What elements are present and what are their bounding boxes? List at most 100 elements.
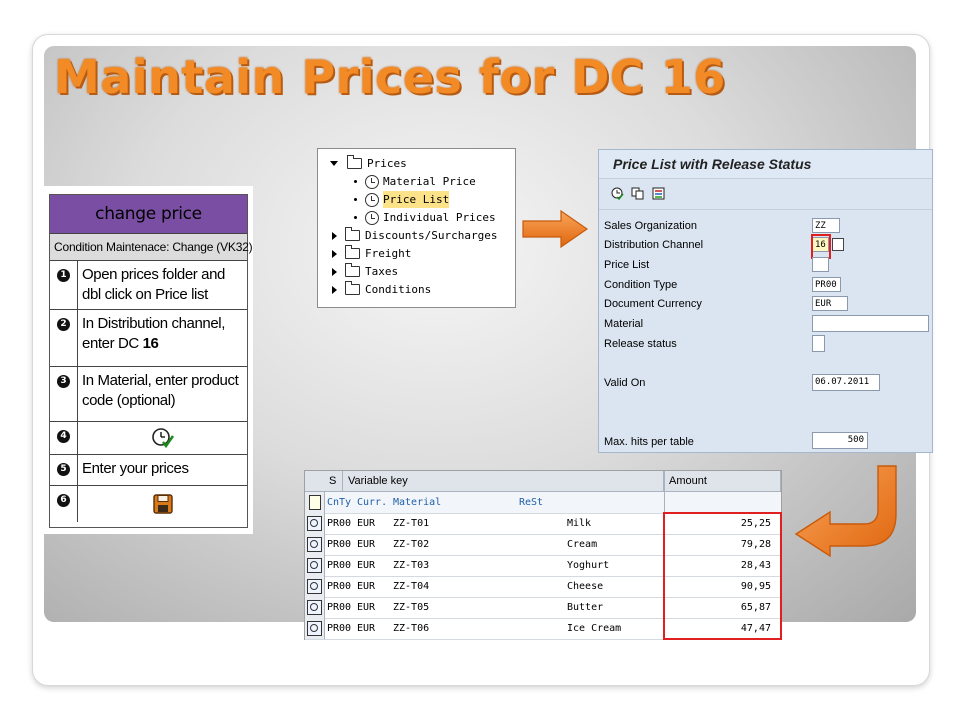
folder-icon [345,281,360,295]
instruction-card: change price Condition Maintenace: Chang… [43,186,253,534]
step-number: 6 [50,486,78,522]
row-selector[interactable] [305,492,325,513]
cell-curr: EUR [357,602,376,613]
detail-view-icon[interactable] [307,600,322,615]
cell-material: ZZ-T06 [393,623,430,634]
tree-item-conditions[interactable]: Conditions [332,281,431,298]
step-text: In Material, enter product code (optiona… [82,372,239,409]
tree-item-taxes[interactable]: Taxes [332,263,398,280]
row-selector[interactable] [305,576,325,597]
cell-description: Yoghurt [567,560,610,571]
release-status-field[interactable] [812,335,825,352]
document-currency-field[interactable]: EUR [812,296,848,311]
step-number: 5 [50,455,78,485]
cell-cnty: PR00 [327,602,352,613]
row-selector[interactable] [305,618,325,639]
cell-cnty: PR00 [327,623,352,634]
tree-item-prices[interactable]: Prices [330,155,407,172]
detail-view-icon[interactable] [307,621,322,636]
step-number: 1 [50,261,78,309]
detail-view-icon[interactable] [307,537,322,552]
subheader-material: Material [393,497,442,508]
max-hits-field[interactable]: 500 [812,432,868,449]
cell-material: ZZ-T04 [393,581,430,592]
step-icon-cell [78,486,247,522]
arrow-return-icon [794,465,897,558]
price-list-selection-screen: Price List with Release Status Sales Org… [598,149,933,453]
label-max-hits: Max. hits per table [604,436,694,448]
screen-toolbar [599,179,932,210]
variant-icon[interactable] [652,187,665,200]
step-row: 2 In Distribution channel, enter DC 16 [50,310,247,367]
cell-curr: EUR [357,518,376,529]
subheader-curr: Curr. [357,497,388,508]
cell-material: ZZ-T05 [393,602,430,613]
valid-on-field[interactable]: 06.07.2011 [812,374,880,391]
tree-item-discounts[interactable]: Discounts/Surcharges [332,227,497,244]
copy-icon[interactable] [631,187,644,200]
instruction-card-table: change price Condition Maintenace: Chang… [49,194,253,528]
row-selector[interactable] [305,534,325,555]
row-selector[interactable] [305,597,325,618]
expand-right-icon[interactable] [332,267,337,276]
cell-curr: EUR [357,581,376,592]
execute-icon[interactable] [611,187,624,200]
bullet-icon [354,198,357,201]
detail-view-icon[interactable] [307,579,322,594]
row-selector[interactable] [305,513,325,534]
cell-description: Milk [567,518,592,529]
expand-down-icon[interactable] [330,161,338,166]
cell-material: ZZ-T02 [393,539,430,550]
card-header: change price [50,195,247,234]
bullet-icon [354,180,357,183]
column-header-variable-key[interactable]: Variable key [343,471,664,492]
step-row: 1 Open prices folder and dbl click on Pr… [50,261,247,310]
row-selector[interactable] [305,555,325,576]
execute-clock-icon [151,428,174,449]
step-number: 2 [50,310,78,366]
expand-right-icon[interactable] [332,231,337,240]
expand-right-icon[interactable] [332,249,337,258]
cell-description: Butter [567,602,604,613]
label-document-currency: Document Currency [604,298,702,310]
step-icon-cell [78,422,247,454]
highlight-box [811,234,831,259]
tree-item-individual-prices[interactable]: Individual Prices [354,209,496,226]
material-field[interactable] [812,315,929,332]
step-text: Enter your prices [82,460,189,477]
search-help-icon[interactable] [832,238,844,251]
step-row: 3 In Material, enter product code (optio… [50,367,247,422]
step-row: 5 Enter your prices [50,455,247,486]
step-row: 6 [50,486,247,522]
subheader-cnty: CnTy [327,497,352,508]
bullet-icon [354,216,357,219]
folder-icon [345,227,360,241]
step-number: 3 [50,367,78,421]
cell-material: ZZ-T03 [393,560,430,571]
save-floppy-icon [152,494,173,514]
detail-view-icon[interactable] [307,516,322,531]
label-price-list: Price List [604,259,650,271]
tree-item-freight[interactable]: Freight [332,245,411,262]
tree-item-price-list[interactable]: Price List [354,191,450,208]
label-material: Material [604,318,644,330]
card-subheader: Condition Maintenace: Change (VK32) [50,234,253,261]
column-header-s[interactable]: S [305,471,343,492]
cell-cnty: PR00 [327,539,352,550]
sales-organization-field[interactable]: ZZ [812,218,840,233]
cell-description: Cream [567,539,598,550]
condition-type-field[interactable]: PR00 [812,277,841,292]
step-text: In Distribution channel, enter DC 16 [82,315,225,352]
tree-item-material-price[interactable]: Material Price [354,173,476,190]
label-release-status: Release status [604,338,677,350]
column-header-amount[interactable]: Amount [664,471,781,492]
cell-curr: EUR [357,560,376,571]
expand-right-icon[interactable] [332,285,337,294]
clock-icon [365,210,379,225]
amount-highlight-box [663,512,782,640]
cell-cnty: PR00 [327,560,352,571]
price-list-field[interactable] [812,257,829,272]
detail-view-icon[interactable] [307,558,322,573]
subheader-rest: ReSt [519,497,544,508]
cell-description: Cheese [567,581,604,592]
